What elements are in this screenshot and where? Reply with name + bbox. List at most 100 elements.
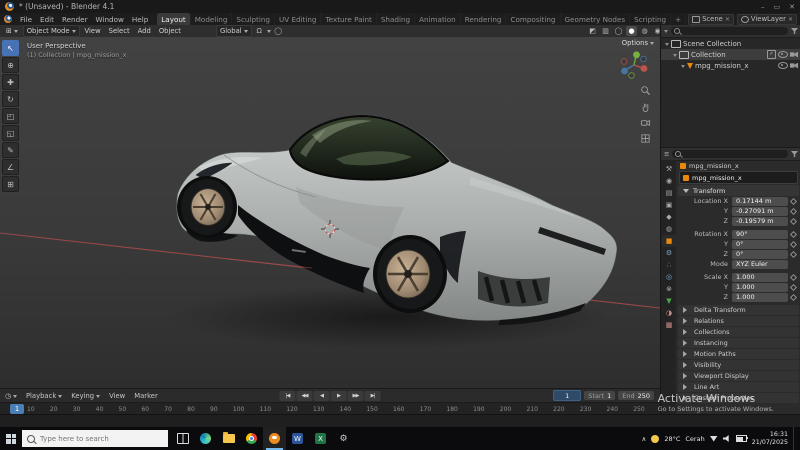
options-button[interactable]: Options <box>622 39 654 47</box>
excel-app[interactable]: X <box>309 427 332 450</box>
scale-y-field[interactable]: 1.000 <box>732 282 788 292</box>
tab-geometry-nodes[interactable]: Geometry Nodes <box>561 13 631 25</box>
material-preview-button[interactable]: ◍ <box>639 26 650 36</box>
timeline-editor-button[interactable]: ◷ <box>3 392 19 400</box>
properties-tab-scene[interactable]: ◆ <box>662 211 676 223</box>
rotation-x-field[interactable]: 90° <box>732 229 788 239</box>
tab-shading[interactable]: Shading <box>377 13 416 25</box>
editor-type-button[interactable]: ⊞ <box>3 26 21 36</box>
keyframe-dot-icon[interactable] <box>789 250 798 258</box>
outliner-row-collection[interactable]: Collection ✓ <box>661 49 800 60</box>
transform-panel-header[interactable]: Transform <box>678 185 799 196</box>
weather-temp[interactable]: 28°C <box>664 435 680 443</box>
add-workspace-button[interactable]: + <box>671 13 687 25</box>
play-reverse-button[interactable]: ◀ <box>313 390 330 401</box>
outliner-editor-icon[interactable] <box>664 30 668 35</box>
tab-uv-editing[interactable]: UV Editing <box>275 13 322 25</box>
tool-rotate-button[interactable]: ↻ <box>2 91 19 107</box>
location-x-field[interactable]: 0.17144 m <box>732 196 788 206</box>
viewlayer-unlink-icon[interactable]: ✕ <box>788 16 793 23</box>
show-overlays-icon[interactable]: ◩ <box>587 26 598 36</box>
viewlayer-selector[interactable]: ViewLayer ✕ <box>736 13 797 25</box>
play-button[interactable]: ▶ <box>330 390 347 401</box>
next-keyframe-button[interactable]: ▶▶ <box>347 390 364 401</box>
blender-menu-icon[interactable] <box>0 13 16 25</box>
prev-keyframe-button[interactable]: ◀◀ <box>296 390 313 401</box>
tool-transform-button[interactable]: ◱ <box>2 125 19 141</box>
task-view-button[interactable] <box>171 427 194 450</box>
keyframe-dot-icon[interactable] <box>789 230 798 238</box>
wifi-icon[interactable] <box>709 435 718 442</box>
filter-icon[interactable] <box>791 151 798 157</box>
location-z-field[interactable]: -0.19579 m <box>732 216 788 226</box>
close-button[interactable]: ✕ <box>789 3 795 11</box>
menu-marker[interactable]: Marker <box>132 392 160 400</box>
keyframe-dot-icon[interactable] <box>789 273 798 281</box>
maximize-button[interactable]: ▭ <box>774 3 781 11</box>
mode-select[interactable]: Object Mode <box>22 25 80 37</box>
section-custom-properties[interactable]: Custom Properties <box>678 393 799 403</box>
hide-in-viewport-icon[interactable] <box>778 62 788 69</box>
outliner-row-scene-collection[interactable]: Scene Collection <box>661 38 800 49</box>
hide-in-viewport-icon[interactable] <box>778 51 788 58</box>
menu-playback[interactable]: Playback <box>24 392 64 400</box>
outliner-search-input[interactable] <box>671 27 788 35</box>
navigation-gizmo-icon[interactable] <box>619 50 649 82</box>
tool-move-button[interactable]: ✚ <box>2 74 19 90</box>
tool-add-cube-button[interactable]: ⊞ <box>2 176 19 192</box>
object-name-field[interactable]: mpg_mission_x <box>679 171 798 184</box>
section-collections[interactable]: Collections <box>678 327 799 337</box>
properties-tab-constraints[interactable]: ⊗ <box>662 283 676 295</box>
menu-select[interactable]: Select <box>106 26 133 36</box>
properties-tab-tool[interactable]: ⚒ <box>662 163 676 175</box>
blender-app[interactable] <box>263 427 286 450</box>
tool-3d-cursor-button[interactable]: ⊕ <box>2 57 19 73</box>
properties-tab-particles[interactable]: ∴ <box>662 259 676 271</box>
tab-rendering[interactable]: Rendering <box>461 13 507 25</box>
scene-selector[interactable]: Scene ✕ <box>688 13 734 25</box>
edge-app[interactable] <box>194 427 217 450</box>
section-instancing[interactable]: Instancing <box>678 338 799 348</box>
properties-tab-object-data[interactable]: ▼ <box>662 295 676 307</box>
start-button[interactable] <box>0 427 22 450</box>
keyframe-dot-icon[interactable] <box>789 197 798 205</box>
weather-desc[interactable]: Cerah <box>685 435 704 443</box>
disable-in-render-icon[interactable] <box>790 62 798 69</box>
section-viewport-display[interactable]: Viewport Display <box>678 371 799 381</box>
properties-tab-object[interactable]: ■ <box>662 235 676 247</box>
tray-expand-icon[interactable]: ∧ <box>642 435 647 443</box>
section-motion-paths[interactable]: Motion Paths <box>678 349 799 359</box>
volume-icon[interactable] <box>722 435 729 442</box>
properties-editor-icon[interactable]: ≡ <box>664 150 669 158</box>
battery-icon[interactable] <box>735 435 748 442</box>
playhead[interactable]: 1 <box>10 404 24 414</box>
menu-view-timeline[interactable]: View <box>107 392 127 400</box>
keyframe-dot-icon[interactable] <box>789 293 798 301</box>
frame-end-field[interactable]: End 250 <box>618 391 654 400</box>
keyframe-dot-icon[interactable] <box>789 283 798 291</box>
properties-tab-physics[interactable]: ◎ <box>662 271 676 283</box>
chrome-app[interactable] <box>240 427 263 450</box>
properties-tab-texture[interactable]: ▩ <box>662 319 676 331</box>
expand-icon[interactable] <box>665 42 669 48</box>
solid-shading-button[interactable]: ● <box>626 26 637 36</box>
properties-search-input[interactable] <box>672 150 788 158</box>
menu-view[interactable]: View <box>82 26 104 36</box>
menu-add[interactable]: Add <box>135 26 154 36</box>
proportional-edit-icon[interactable]: ◯ <box>273 26 284 36</box>
collection-checkbox[interactable]: ✓ <box>767 50 776 59</box>
scale-z-field[interactable]: 1.000 <box>732 292 788 302</box>
tool-measure-button[interactable]: ∠ <box>2 159 19 175</box>
rotation-y-field[interactable]: 0° <box>732 239 788 249</box>
properties-tab-view-layer[interactable]: ▣ <box>662 199 676 211</box>
keyframe-dot-icon[interactable] <box>789 217 798 225</box>
camera-view-icon[interactable] <box>640 117 651 128</box>
taskbar-search[interactable] <box>22 430 168 447</box>
tab-texture-paint[interactable]: Texture Paint <box>321 13 377 25</box>
properties-tab-modifiers[interactable]: ⚙ <box>662 247 676 259</box>
toggle-perspective-icon[interactable] <box>640 133 651 144</box>
menu-window[interactable]: Window <box>92 13 128 25</box>
tool-select-box-button[interactable]: ↖ <box>2 40 19 56</box>
jump-start-button[interactable]: |◀ <box>279 390 296 401</box>
rotation-mode-select[interactable]: XYZ Euler <box>732 259 788 269</box>
